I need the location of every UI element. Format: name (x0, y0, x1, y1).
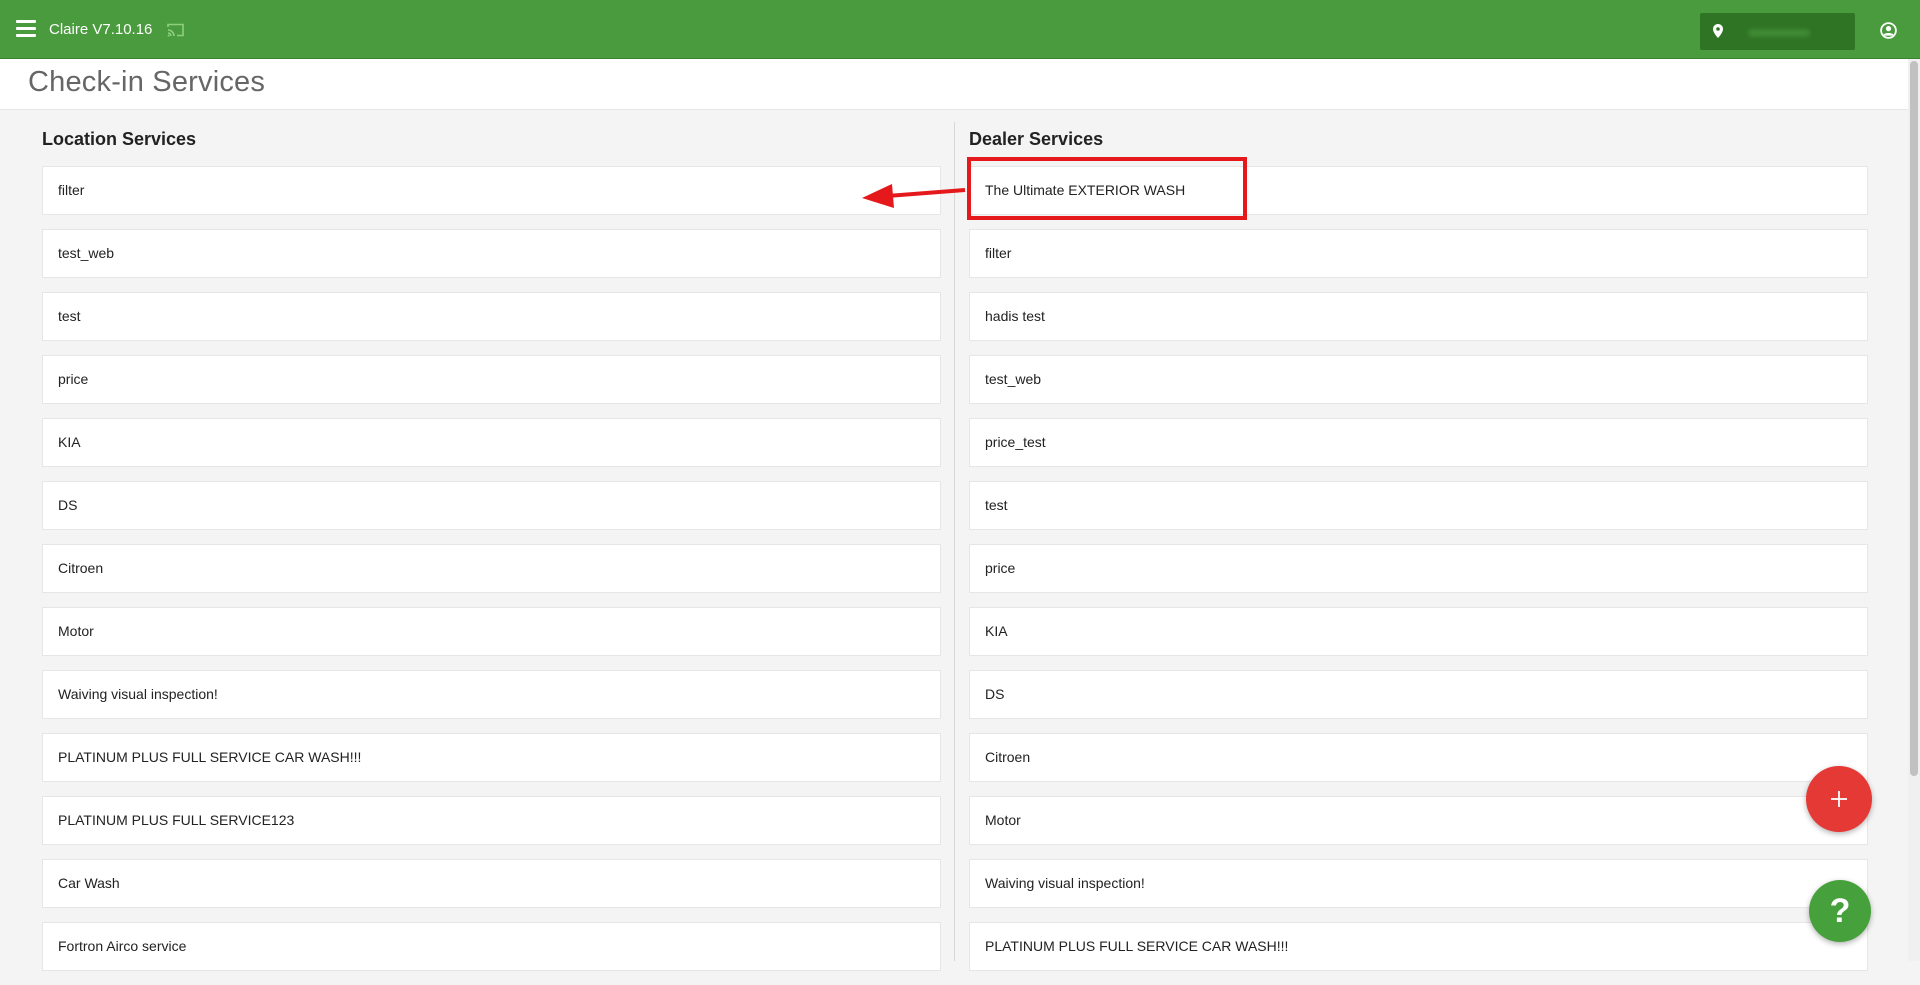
location-name-redacted (1748, 29, 1810, 37)
dealer-service-item[interactable]: PLATINUM PLUS FULL SERVICE CAR WASH!!! (969, 922, 1868, 971)
location-service-item[interactable]: test (42, 292, 941, 341)
account-circle-icon[interactable] (1880, 22, 1897, 39)
location-services-list: filter test_web test price KIA DS Citroe… (42, 166, 941, 985)
page-header (0, 59, 1908, 110)
dealer-service-item[interactable]: KIA (969, 607, 1868, 656)
help-button[interactable]: ? (1809, 880, 1871, 942)
scrollbar-thumb[interactable] (1910, 61, 1918, 776)
dealer-services-title: Dealer Services (969, 129, 1104, 149)
menu-icon[interactable] (16, 20, 36, 38)
dealer-services-list: The Ultimate EXTERIOR WASH filter hadis … (969, 166, 1868, 985)
add-service-button[interactable] (1806, 766, 1872, 832)
location-service-item[interactable]: Waiving visual inspection! (42, 670, 941, 719)
location-service-item[interactable]: PLATINUM PLUS FULL SERVICE CAR WASH!!! (42, 733, 941, 782)
app-title: Claire V7.10.16 (49, 21, 153, 38)
cast-icon[interactable] (167, 23, 184, 37)
location-service-item[interactable]: PLATINUM PLUS FULL SERVICE123 (42, 796, 941, 845)
location-service-item[interactable]: Fortron Airco service (42, 922, 941, 971)
page-title: Check-in Services (28, 66, 266, 98)
location-service-item[interactable]: test_web (42, 229, 941, 278)
dealer-service-item[interactable]: test (969, 481, 1868, 530)
location-services-title: Location Services (42, 129, 197, 149)
dealer-service-item[interactable]: hadis test (969, 292, 1868, 341)
location-service-item[interactable]: Citroen (42, 544, 941, 593)
top-app-bar: Claire V7.10.16 (0, 0, 1920, 59)
location-service-item[interactable]: price (42, 355, 941, 404)
location-service-item[interactable]: DS (42, 481, 941, 530)
dealer-service-item[interactable]: The Ultimate EXTERIOR WASH (969, 166, 1868, 215)
column-divider (954, 122, 955, 961)
plus-icon (1831, 791, 1847, 807)
dealer-service-item[interactable]: filter (969, 229, 1868, 278)
location-service-item[interactable]: filter (42, 166, 941, 215)
location-service-item[interactable]: Car Wash (42, 859, 941, 908)
dealer-service-item[interactable]: Motor (969, 796, 1868, 845)
dealer-service-item[interactable]: Waiving visual inspection! (969, 859, 1868, 908)
dealer-service-item[interactable]: test_web (969, 355, 1868, 404)
location-pin-icon (1713, 24, 1723, 38)
dealer-service-item[interactable]: DS (969, 670, 1868, 719)
dealer-service-item[interactable]: Citroen (969, 733, 1868, 782)
location-service-item[interactable]: KIA (42, 418, 941, 467)
dealer-service-item[interactable]: price (969, 544, 1868, 593)
location-selector[interactable] (1700, 13, 1855, 50)
dealer-service-item[interactable]: price_test (969, 418, 1868, 467)
location-service-item[interactable]: Motor (42, 607, 941, 656)
